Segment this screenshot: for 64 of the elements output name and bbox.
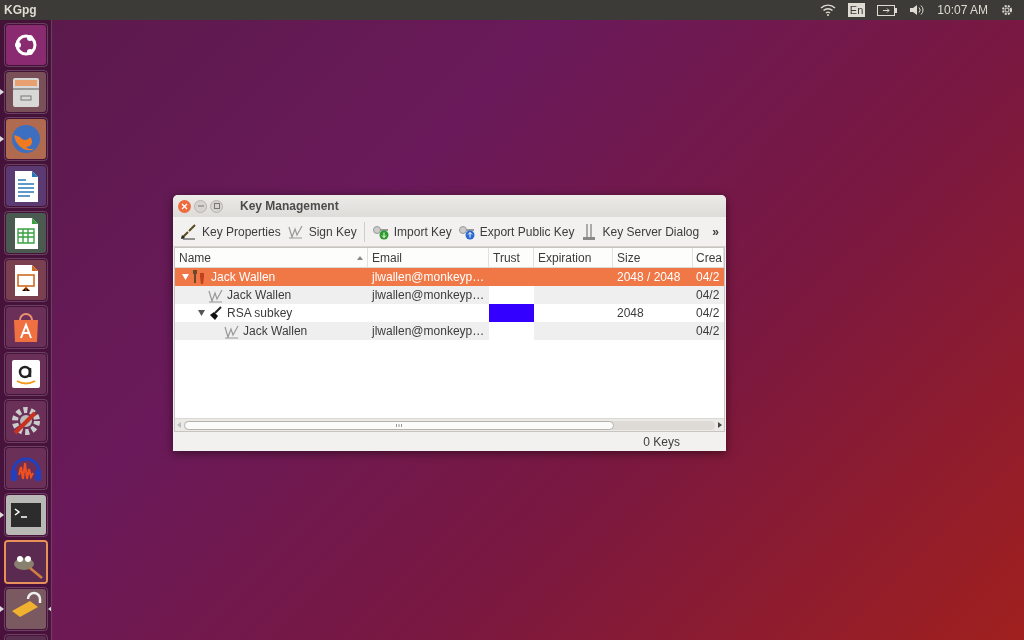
scrollbar-thumb[interactable]	[184, 420, 614, 430]
spreadsheet-icon	[5, 213, 46, 253]
battery-icon[interactable]	[877, 4, 898, 16]
key-name: Jack Wallen	[227, 287, 292, 304]
size-text: 2048 / 2048	[617, 269, 681, 286]
power-gear-icon[interactable]	[1000, 3, 1014, 17]
toolbar-button[interactable]: Key Server Dialog	[577, 219, 703, 244]
created-date-text: 04/2	[696, 269, 720, 286]
maximize-icon	[213, 203, 220, 209]
headphones-waveform-icon	[5, 448, 46, 488]
expand-toggle[interactable]	[179, 271, 191, 283]
column-header[interactable]: Size	[613, 248, 693, 267]
column-header[interactable]: Name	[175, 248, 368, 267]
key-pair-icon	[191, 269, 207, 285]
created-date-text: 04/2	[696, 323, 720, 340]
email-text: jlwallen@monkeyp…	[372, 287, 485, 304]
shopping-smile-icon	[5, 354, 46, 394]
created-date-text: 04/2	[696, 305, 720, 322]
key-name: Jack Wallen	[243, 323, 308, 340]
volume-icon[interactable]	[909, 4, 926, 16]
tree-row[interactable]: Jack Wallen jlwallen@monkeyp… 04/2	[175, 322, 724, 340]
clock[interactable]: 10:07 AM	[937, 1, 988, 19]
creature-brush-icon	[5, 542, 46, 582]
keyboard-indicator[interactable]: En	[847, 3, 866, 17]
created-date-text: 04/2	[696, 287, 720, 304]
toolbar-button[interactable]: Key Properties	[177, 219, 284, 244]
terminal-icon	[5, 495, 46, 535]
scroll-right-icon[interactable]	[717, 422, 722, 428]
maximize-button[interactable]	[210, 199, 223, 213]
status-text: 0 Keys	[643, 433, 680, 451]
toolbar-button[interactable]: Import Key	[368, 219, 455, 244]
toolbar-overflow-button[interactable]: »	[709, 222, 722, 241]
shopping-bag-icon	[5, 307, 46, 347]
expand-toggle[interactable]	[195, 307, 207, 319]
key-name: Jack Wallen	[211, 269, 276, 286]
horizontal-scrollbar[interactable]	[175, 418, 724, 431]
file-cabinet-icon	[5, 72, 46, 112]
signature-icon	[207, 287, 223, 303]
size-text: 2048	[617, 305, 644, 322]
gear-wrench-icon	[5, 401, 46, 441]
window-title: Key Management	[240, 198, 339, 215]
close-button[interactable]	[178, 199, 191, 213]
globe-fox-icon	[5, 119, 46, 159]
email-text: jlwallen@monkeyp…	[372, 269, 485, 286]
tree-row[interactable]: Jack Wallen jlwallen@monkeyp… 04/2	[175, 286, 724, 304]
key-name: RSA subkey	[227, 305, 293, 322]
circle-logo-icon	[5, 25, 46, 65]
document-icon	[5, 166, 46, 206]
column-header[interactable]: Email	[368, 248, 489, 267]
column-header[interactable]: Crea	[693, 248, 724, 267]
email-text: jlwallen@monkeyp…	[372, 323, 485, 340]
brush-pen-icon	[180, 222, 198, 241]
signature-icon	[223, 323, 239, 339]
toolbar-button[interactable]: Sign Key	[283, 219, 360, 244]
column-header[interactable]: Trust	[489, 248, 534, 267]
toolbar-button[interactable]: Export Public Key	[454, 219, 578, 244]
presentation-icon	[5, 260, 46, 300]
padlock-icon	[5, 589, 46, 629]
wifi-icon[interactable]	[819, 4, 836, 16]
app-title: KGpg	[4, 2, 37, 19]
minimize-icon	[197, 205, 204, 207]
launcher-app-button[interactable]	[3, 540, 48, 584]
column-header[interactable]: Expiration	[534, 248, 613, 267]
close-icon	[181, 202, 188, 210]
